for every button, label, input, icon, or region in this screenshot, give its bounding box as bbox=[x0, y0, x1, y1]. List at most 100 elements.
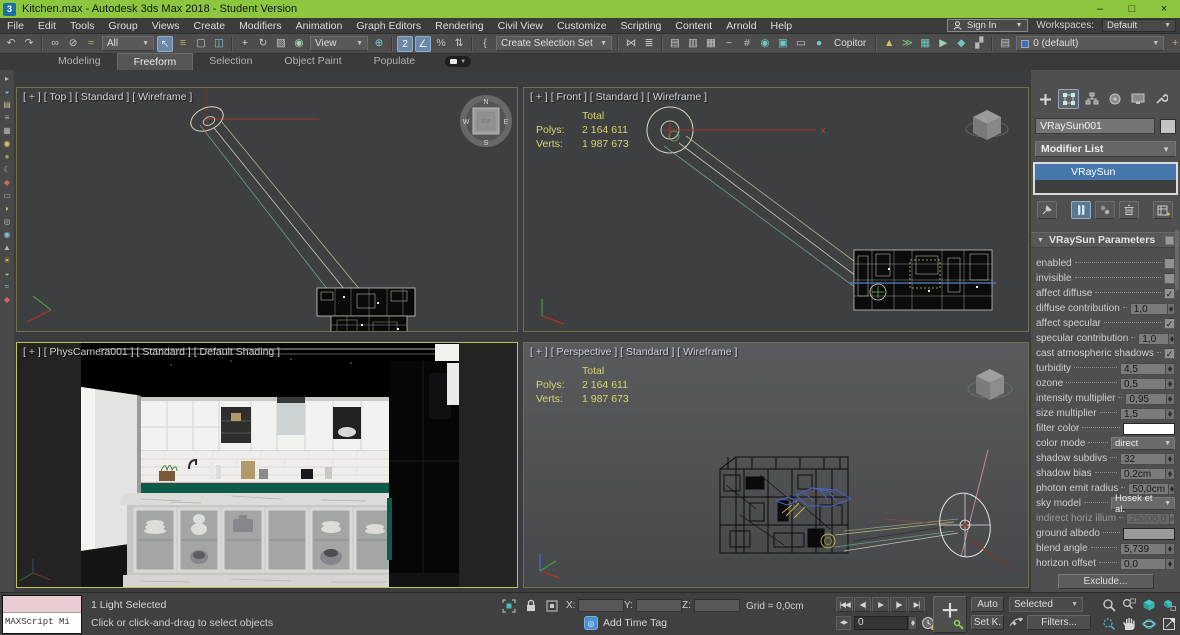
spinner-indirect-horiz-illum[interactable] bbox=[1170, 513, 1175, 525]
exclude-button[interactable]: Exclude... bbox=[1058, 574, 1154, 589]
tab-motion[interactable] bbox=[1104, 89, 1125, 109]
scene-elevation-wireframe[interactable] bbox=[850, 250, 996, 310]
schematic-view-icon[interactable]: # bbox=[739, 36, 755, 52]
snaps-toggle-icon[interactable]: 2 bbox=[397, 36, 413, 52]
select-and-move-icon[interactable]: + bbox=[237, 36, 253, 52]
make-unique-button[interactable] bbox=[1095, 201, 1115, 219]
show-end-result-button[interactable] bbox=[1071, 201, 1091, 219]
color-swatch-ground-albedo[interactable] bbox=[1123, 528, 1175, 540]
ribbon-tab-selection[interactable]: Selection bbox=[193, 53, 268, 70]
maximize-viewport-toggle-icon[interactable] bbox=[1159, 615, 1178, 633]
tab-display[interactable] bbox=[1127, 89, 1148, 109]
spinner-ozone[interactable] bbox=[1166, 378, 1175, 390]
menu-file[interactable]: File bbox=[0, 18, 31, 34]
menu-modifiers[interactable]: Modifiers bbox=[232, 18, 289, 34]
percent-snap-toggle-icon[interactable]: % bbox=[433, 36, 449, 52]
script-button-4-icon[interactable]: ▶ bbox=[935, 36, 951, 52]
field-shadow-bias[interactable]: 0,2cm bbox=[1120, 468, 1166, 480]
sun-gizmo-front[interactable]: x bbox=[647, 107, 826, 153]
selection-filter-dropdown[interactable]: All▼ bbox=[102, 36, 154, 51]
y-input[interactable] bbox=[636, 599, 682, 612]
play-button[interactable]: ▶ bbox=[872, 597, 889, 612]
menu-tools[interactable]: Tools bbox=[63, 18, 102, 34]
script-icon-15-icon[interactable]: ◒ bbox=[1, 267, 14, 280]
current-frame-field[interactable]: 0 bbox=[854, 616, 908, 630]
auto-key-button[interactable]: Auto bbox=[971, 597, 1004, 612]
spinner-intensity-multiplier[interactable] bbox=[1167, 393, 1175, 405]
tab-utilities[interactable] bbox=[1150, 89, 1171, 109]
spinner-snap-toggle-icon[interactable]: ⇅ bbox=[451, 36, 467, 52]
menu-customize[interactable]: Customize bbox=[550, 18, 614, 34]
toggle-ribbon-icon[interactable]: ▦ bbox=[703, 36, 719, 52]
menu-edit[interactable]: Edit bbox=[31, 18, 63, 34]
field-horizon-offset[interactable]: 0,0 bbox=[1120, 558, 1166, 570]
script-icon-17-icon[interactable]: ◆ bbox=[1, 293, 14, 306]
select-and-link-icon[interactable]: ∞ bbox=[47, 36, 63, 52]
ribbon-tab-object-paint[interactable]: Object Paint bbox=[268, 53, 357, 70]
script-button-1-icon[interactable]: ▲ bbox=[881, 36, 897, 52]
spinner-shadow-bias[interactable] bbox=[1166, 468, 1175, 480]
ribbon-tab-freeform[interactable]: Freeform bbox=[117, 53, 194, 70]
edit-named-selection-sets-icon[interactable]: { bbox=[477, 36, 493, 52]
spinner-down-icon[interactable] bbox=[1168, 414, 1172, 419]
isolate-selection-toggle[interactable] bbox=[500, 598, 517, 613]
spinner-specular-contribution[interactable] bbox=[1169, 333, 1175, 345]
modifier-list-dropdown[interactable]: Modifier List ▼ bbox=[1035, 141, 1176, 157]
copitor-script-button[interactable]: Copitor bbox=[828, 38, 872, 49]
spinner-down-icon[interactable] bbox=[1168, 474, 1172, 479]
use-pivot-point-center-icon[interactable]: ⊕ bbox=[371, 36, 387, 52]
select-and-rotate-icon[interactable]: ↻ bbox=[255, 36, 271, 52]
z-input[interactable] bbox=[694, 599, 740, 612]
field-indirect-horiz-illum[interactable]: 25000,0 bbox=[1126, 513, 1170, 525]
spinner-diffuse-contribution[interactable] bbox=[1168, 303, 1175, 315]
field-blend-angle[interactable]: 5,739 bbox=[1120, 543, 1166, 555]
modifier-stack-item[interactable]: VRaySun bbox=[1035, 164, 1176, 180]
maxscript-macro-row[interactable] bbox=[3, 596, 81, 613]
field-shadow-subdivs[interactable]: 32 bbox=[1120, 453, 1166, 465]
select-and-scale-icon[interactable]: ▧ bbox=[273, 36, 289, 52]
filters-button[interactable]: Filters... bbox=[1027, 615, 1091, 630]
script-icon-5-icon[interactable]: ◉ bbox=[1, 137, 14, 150]
spinner-down-icon[interactable] bbox=[1168, 384, 1172, 389]
workspace-dropdown[interactable]: Default ▼ bbox=[1102, 19, 1176, 32]
menu-group[interactable]: Group bbox=[102, 18, 145, 34]
angle-snap-toggle-icon[interactable]: ∠ bbox=[415, 36, 431, 52]
go-to-start-button[interactable]: |◀◀ bbox=[836, 597, 853, 612]
dropdown-color-mode[interactable]: direct▼ bbox=[1111, 437, 1175, 450]
add-time-tag[interactable]: ◎ Add Time Tag bbox=[584, 616, 667, 630]
script-icon-16-icon[interactable]: ≈ bbox=[1, 280, 14, 293]
viewport-label-top[interactable]: [ + ] [ Top ] [ Standard ] [ Wireframe ] bbox=[23, 91, 192, 103]
spinner-down-icon[interactable] bbox=[1168, 459, 1172, 464]
spinner-down-icon[interactable] bbox=[1170, 489, 1174, 494]
zoom-region-icon[interactable] bbox=[1099, 615, 1118, 633]
color-swatch-filter-color[interactable] bbox=[1123, 423, 1175, 435]
field-specular-contribution[interactable]: 1,0 bbox=[1138, 333, 1169, 345]
go-to-end-button[interactable]: ▶| bbox=[908, 597, 925, 612]
zoom-all-icon[interactable] bbox=[1119, 596, 1138, 614]
viewport-layout-tab-icon[interactable]: ▸ bbox=[1, 72, 14, 85]
configure-modifier-sets-button[interactable] bbox=[1153, 201, 1173, 219]
script-icon-3-icon[interactable]: ≡ bbox=[1, 111, 14, 124]
spinner-turbidity[interactable] bbox=[1166, 363, 1175, 375]
set-keys-button[interactable]: + bbox=[933, 596, 967, 633]
viewport-label-front[interactable]: [ + ] [ Front ] [ Standard ] [ Wireframe… bbox=[530, 91, 707, 103]
view-cube[interactable] bbox=[968, 369, 1012, 400]
viewport-label-physcamera[interactable]: [ + ] [ PhysCamera001 ] [ Standard ] [ D… bbox=[23, 346, 280, 358]
select-by-name-icon[interactable]: ≡ bbox=[175, 36, 191, 52]
align-icon[interactable]: ≣ bbox=[641, 36, 657, 52]
selection-lock-toggle[interactable] bbox=[522, 598, 539, 613]
modifier-stack-empty-row[interactable] bbox=[1035, 180, 1176, 193]
menu-civil-view[interactable]: Civil View bbox=[491, 18, 550, 34]
spinner-down-icon[interactable] bbox=[1168, 564, 1172, 569]
field-size-multiplier[interactable]: 1,5 bbox=[1120, 408, 1166, 420]
object-name-field[interactable]: VRaySun001 bbox=[1035, 118, 1155, 134]
panel-scrollbar[interactable] bbox=[1175, 230, 1179, 290]
absolute-offset-toggle[interactable] bbox=[543, 598, 560, 613]
spinner-down-icon[interactable] bbox=[1168, 369, 1172, 374]
field-intensity-multiplier[interactable]: 0,95 bbox=[1125, 393, 1166, 405]
spinner-down-icon[interactable] bbox=[1168, 399, 1172, 404]
tab-hierarchy[interactable] bbox=[1081, 89, 1102, 109]
viewport-top[interactable]: N E S W TOP [ + ] [ Top ] [ Standard ] [… bbox=[16, 87, 518, 332]
object-color-swatch[interactable] bbox=[1160, 119, 1176, 134]
menu-views[interactable]: Views bbox=[145, 18, 187, 34]
